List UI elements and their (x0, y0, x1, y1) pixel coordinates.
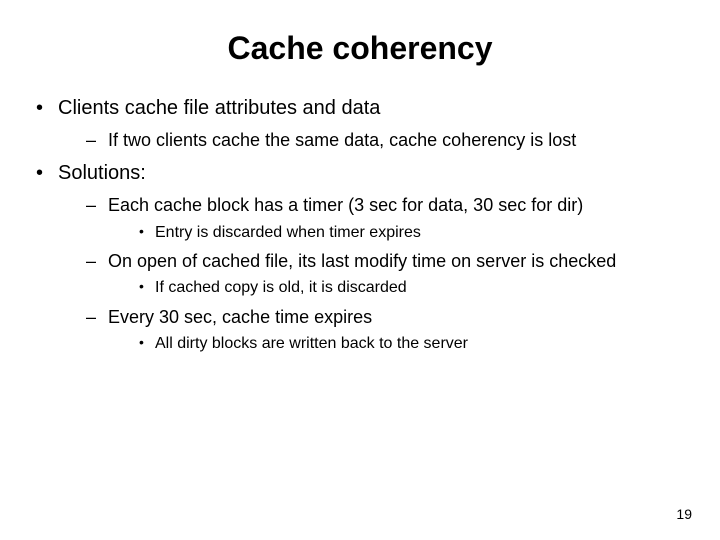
bullet-level3: All dirty blocks are written back to the… (133, 333, 700, 355)
page-number: 19 (676, 506, 692, 522)
bullet-level3: Entry is discarded when timer expires (133, 222, 700, 244)
bullet-text: Clients cache file attributes and data (58, 97, 380, 119)
bullet-text: On open of cached file, its last modify … (108, 251, 616, 271)
bullet-text: If cached copy is old, it is discarded (155, 279, 407, 296)
bullet-text: All dirty blocks are written back to the… (155, 335, 468, 352)
bullet-level1: Solutions: Each cache block has a timer … (28, 160, 700, 355)
slide-title: Cache coherency (0, 0, 720, 87)
bullet-level1: Clients cache file attributes and data I… (28, 95, 700, 152)
bullet-text: Entry is discarded when timer expires (155, 224, 421, 241)
bullet-text: If two clients cache the same data, cach… (108, 130, 576, 150)
slide-body: Clients cache file attributes and data I… (0, 95, 720, 355)
bullet-level2: Every 30 sec, cache time expires All dir… (78, 305, 700, 355)
bullet-level2: Each cache block has a timer (3 sec for … (78, 193, 700, 243)
bullet-text: Solutions: (58, 162, 146, 184)
bullet-level3: If cached copy is old, it is discarded (133, 277, 700, 299)
bullet-level2: On open of cached file, its last modify … (78, 249, 700, 299)
bullet-text: Each cache block has a timer (3 sec for … (108, 195, 583, 215)
bullet-text: Every 30 sec, cache time expires (108, 307, 372, 327)
bullet-level2: If two clients cache the same data, cach… (78, 128, 700, 152)
slide: Cache coherency Clients cache file attri… (0, 0, 720, 540)
